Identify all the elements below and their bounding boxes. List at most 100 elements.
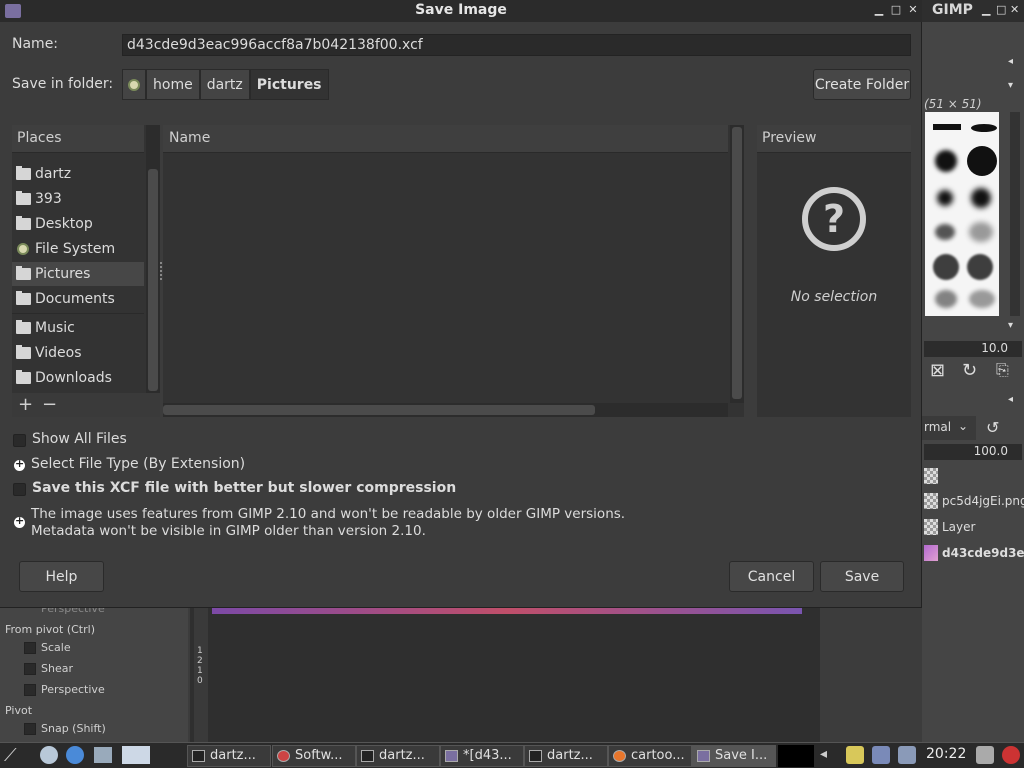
gimp-maximize-icon[interactable]: □ [996,3,1006,16]
breadcrumb-pictures[interactable]: Pictures [249,69,329,100]
file-list-hscrollbar[interactable] [163,403,728,417]
expander-plus-icon[interactable] [14,514,25,528]
maximize-icon[interactable]: □ [889,3,903,17]
filename-input[interactable] [122,34,911,56]
places-scrollbar[interactable] [146,125,160,393]
chevron-down-icon[interactable]: ▾ [1008,320,1013,331]
place-pictures[interactable]: Pictures [12,262,144,286]
place-documents[interactable]: Documents [12,287,144,311]
place-desktop[interactable]: Desktop [12,212,144,236]
brush-swatch[interactable] [971,188,991,208]
save-button[interactable]: Save [820,561,904,592]
network-icon[interactable] [872,746,890,764]
brush-swatch[interactable] [933,124,961,130]
layer-row[interactable]: d43cde9d3e... [922,541,1024,565]
tray-app-icon[interactable] [846,746,864,764]
power-icon[interactable] [1002,746,1020,764]
breadcrumb-dartz[interactable]: dartz [199,69,250,100]
workspace-icon[interactable] [122,746,150,764]
expander-plus-icon[interactable] [14,457,25,471]
layer-mode-select[interactable]: rmal ⌄ [922,416,976,440]
taskbar-item[interactable]: Softw... [272,745,356,767]
brush-swatch[interactable] [935,290,957,308]
select-file-type-expander[interactable]: Select File Type (By Extension) [31,456,245,472]
compression-label[interactable]: Save this XCF file with better but slowe… [32,480,456,496]
gimp-minimize-icon[interactable]: ▁ [982,3,990,16]
file-list-hscrollbar-thumb[interactable] [163,405,595,415]
delete-brush-icon[interactable]: ⊠ [930,360,945,381]
file-list-vscrollbar-thumb[interactable] [732,127,742,399]
dialog-titlebar[interactable]: Save Image ▁ □ ✕ [0,0,922,22]
create-folder-button[interactable]: Create Folder [813,69,911,100]
taskbar-item[interactable]: dartz... [356,745,440,767]
file-list-vscrollbar[interactable] [730,125,744,403]
taskbar-item[interactable]: cartoo... [608,745,692,767]
minimize-icon[interactable]: ▁ [872,3,886,17]
brush-swatch[interactable] [967,146,997,176]
pager-icon[interactable] [778,745,814,767]
place-music[interactable]: Music [12,316,144,340]
compat-message-line1[interactable]: The image uses features from GIMP 2.10 a… [31,506,625,522]
show-desktop-icon[interactable] [94,747,112,763]
gimp-close-icon[interactable]: ✕ [1010,3,1019,16]
taskbar-item-active[interactable]: Save I... [692,745,776,767]
close-icon[interactable]: ✕ [906,3,920,17]
panel-menu-icon[interactable]: ◂ [1008,56,1013,67]
chevron-down-icon[interactable]: ▾ [1008,80,1013,91]
layer-row[interactable]: pc5d4jgEi.png [922,489,1024,513]
brush-spacing-field[interactable]: 10.0 [924,341,1022,357]
compression-checkbox[interactable] [13,483,26,496]
taskbar-item[interactable]: *[d43... [440,745,524,767]
scale-checkbox[interactable] [24,642,36,654]
breadcrumb-home[interactable]: home [146,69,200,100]
search-icon[interactable] [898,746,916,764]
place-videos[interactable]: Videos [12,341,144,365]
remove-bookmark-icon[interactable]: − [42,395,57,415]
brush-swatch[interactable] [971,124,997,132]
place-downloads[interactable]: Downloads [12,366,144,390]
show-all-files-checkbox[interactable] [13,434,26,447]
add-bookmark-icon[interactable]: + [18,395,33,415]
taskbar-item[interactable]: dartz... [187,745,271,767]
pane-resize-handle[interactable] [160,262,162,280]
layer-row[interactable]: Layer [922,515,1024,539]
brush-swatch[interactable] [937,190,953,206]
scale-label: Scale [41,641,71,654]
layer-name: d43cde9d3e... [942,546,1024,560]
help-button[interactable]: Help [19,561,104,592]
shear-checkbox[interactable] [24,663,36,675]
filesystem-root-button[interactable] [122,69,146,100]
reset-mode-icon[interactable]: ↺ [986,418,999,437]
layer-opacity-field[interactable]: 100.0 [924,444,1022,460]
brush-swatch[interactable] [969,290,995,308]
brush-swatch[interactable] [967,254,993,280]
tray-arrow-icon[interactable]: ◂ [820,746,827,762]
snap-checkbox[interactable] [24,723,36,735]
brush-grid[interactable] [925,112,999,316]
file-list[interactable]: Name [163,125,744,417]
places-header[interactable]: Places [12,125,144,153]
cancel-button[interactable]: Cancel [729,561,814,592]
places-scrollbar-thumb[interactable] [148,169,158,391]
brush-swatch[interactable] [935,224,955,240]
place-393[interactable]: 393 [12,187,144,211]
panel-menu-icon[interactable]: ◂ [1008,394,1013,405]
web-browser-icon[interactable] [66,746,84,764]
file-manager-icon[interactable] [40,746,58,764]
brush-swatch[interactable] [933,254,959,280]
start-menu-icon[interactable]: ⟋ [4,745,17,766]
brush-swatch[interactable] [935,150,957,172]
lock-alpha-icon[interactable] [924,468,938,484]
name-column-header[interactable]: Name [163,125,728,153]
refresh-icon[interactable]: ↻ [962,360,977,381]
taskbar-item[interactable]: dartz... [524,745,608,767]
open-as-image-icon[interactable]: ⎘ [996,360,1009,380]
show-all-files-label[interactable]: Show All Files [32,431,127,447]
perspective-checkbox[interactable] [24,684,36,696]
volume-icon[interactable] [976,746,994,764]
place-file-system[interactable]: File System [12,237,144,261]
image-canvas[interactable]: 1 2 1 0 [190,608,820,742]
brush-swatch[interactable] [969,222,993,242]
brush-scrollbar[interactable] [1010,112,1020,316]
place-dartz[interactable]: dartz [12,162,144,186]
